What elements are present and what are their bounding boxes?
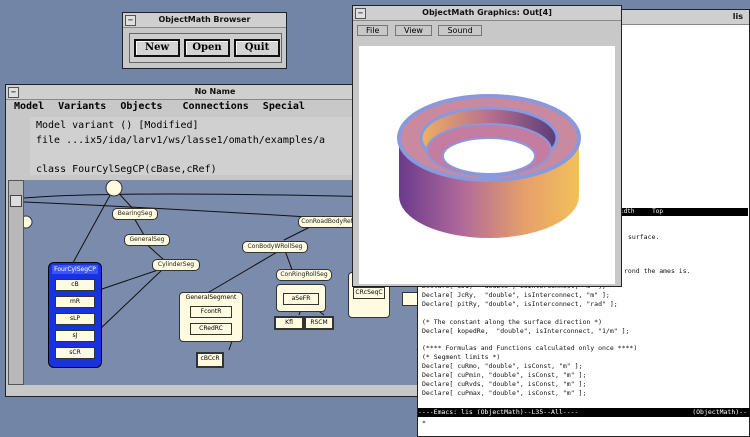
browser-titlebar[interactable]: − ObjectMath Browser [123, 13, 286, 28]
asefr-item[interactable]: aSeFR [283, 293, 319, 305]
noname-menubar: Model Variants Objects Connections Speci… [14, 101, 313, 112]
browser-window: − ObjectMath Browser New Open Quit [122, 12, 287, 69]
selected-class-box[interactable]: FourCylSegCP cB mR sLP sJ sCR [48, 262, 102, 368]
crcseqc-item[interactable]: CRcSeqC [353, 287, 385, 299]
node-general-seg[interactable]: GeneralSeg [124, 234, 170, 246]
vertical-scrollbar[interactable] [8, 180, 24, 385]
code-line-5: (* The constant along the surface direct… [422, 318, 603, 326]
selected-item-sj[interactable]: sJ [55, 330, 95, 342]
new-button[interactable]: New [134, 39, 180, 57]
menu-variants[interactable]: Variants [58, 101, 106, 112]
graphics-window: − ObjectMath Graphics: Out[4] File View … [352, 5, 622, 287]
code-line-ames: rond the ames is. [624, 267, 691, 275]
node-conbody-roll-seg[interactable]: ConBodyWRollSeg [242, 241, 308, 253]
selected-item-slp[interactable]: sLP [55, 313, 95, 325]
modeline-text: ----Emacs: lis (ObjectMath)--L35--All---… [418, 408, 579, 416]
minibuffer-prompt[interactable]: * [422, 419, 426, 427]
mini-box-rscm[interactable]: RSCM [304, 316, 334, 330]
bearing-ring-plot [397, 94, 581, 238]
code-line-12: Declare[ cuRvds, "double", isConst, "m" … [422, 380, 587, 388]
code-line-2: Declare[ JcRy, "double", isInterconnect,… [422, 291, 610, 299]
graphics-titlebar[interactable]: − ObjectMath Graphics: Out[4] [353, 6, 621, 21]
code-line-6: Declare[ kopedRe, "double", isInterconne… [422, 327, 630, 335]
model-line: Model variant () [Modified] [36, 120, 199, 131]
graphics-menu-file[interactable]: File [357, 25, 389, 36]
mini-box-kfl[interactable]: Kfl [274, 316, 304, 330]
window-menu-icon[interactable]: − [355, 8, 366, 19]
graphics-menu-view[interactable]: View [394, 25, 432, 36]
ring-segment-box[interactable]: aSeFR [276, 284, 326, 312]
editor-modeline: ----Emacs: lis (ObjectMath)--L35--All---… [418, 408, 750, 417]
browser-button-panel: New Open Quit [129, 33, 282, 63]
file-line: file ...ix5/ida/larv1/ws/lasse1/omath/ex… [36, 135, 325, 146]
general-segment-box[interactable]: GeneralSegment FcontR CRedRC [179, 292, 243, 342]
modeline-right: (ObjectMath)-- [692, 408, 747, 416]
code-line-3: Declare[ pitRy, "double", isInterconnect… [422, 300, 618, 308]
node-cylinder-seg[interactable]: CylinderSeg [152, 259, 200, 271]
quit-button[interactable]: Quit [234, 39, 280, 57]
window-menu-icon[interactable]: − [8, 87, 19, 98]
code-line-8: (**** Formulas and Functions calculated … [422, 344, 638, 352]
graphics-canvas[interactable] [359, 46, 615, 284]
window-menu-icon[interactable]: − [125, 15, 136, 26]
editor-title: lis [732, 12, 743, 21]
selected-item-mr[interactable]: mR [55, 296, 95, 308]
selected-item-cb[interactable]: cB [55, 279, 95, 291]
fcontr-item[interactable]: FcontR [190, 306, 232, 318]
menu-special[interactable]: Special [263, 101, 305, 112]
graphics-title: ObjectMath Graphics: Out[4] [422, 8, 552, 17]
code-line-13: Declare[ cuPmax, "double", isConst, "m" … [422, 389, 587, 397]
node-conring-roll-seg[interactable]: ConRingRollSeg [276, 269, 332, 281]
noname-title: No Name [194, 87, 236, 96]
scroll-thumb[interactable] [10, 195, 22, 207]
class-line: class FourCylSegCP(cBase,cRef) [36, 164, 217, 175]
node-bearing-seg[interactable]: BearingSeg [112, 208, 158, 220]
code-line-10: Declare[ cuRmo, "double", isConst, "m" ]… [422, 362, 583, 370]
open-button[interactable]: Open [184, 39, 230, 57]
node-conroad-body-ref[interactable]: ConRoadBodyRef [298, 216, 356, 228]
menu-connections[interactable]: Connections [183, 101, 249, 112]
general-segment-title: GeneralSegment [185, 294, 237, 301]
credrc-item[interactable]: CRedRC [190, 323, 232, 335]
menu-model[interactable]: Model [14, 101, 44, 112]
highlight-top: Top [652, 208, 663, 215]
code-line-9: (* Segment limits *) [422, 353, 501, 361]
graphics-menu-sound[interactable]: Sound [438, 25, 482, 36]
code-line-11: Declare[ cuPmin, "double", isConst, "m" … [422, 371, 587, 379]
code-line-surface: surface. [628, 233, 660, 241]
leaf-box[interactable]: cBCcR [196, 352, 224, 368]
selected-class-title: FourCylSegCP [52, 265, 98, 274]
browser-title: ObjectMath Browser [158, 15, 251, 24]
graphics-menubar: File View Sound [357, 25, 482, 36]
selected-item-scr[interactable]: sCR [55, 347, 95, 359]
menu-objects[interactable]: Objects [120, 101, 162, 112]
